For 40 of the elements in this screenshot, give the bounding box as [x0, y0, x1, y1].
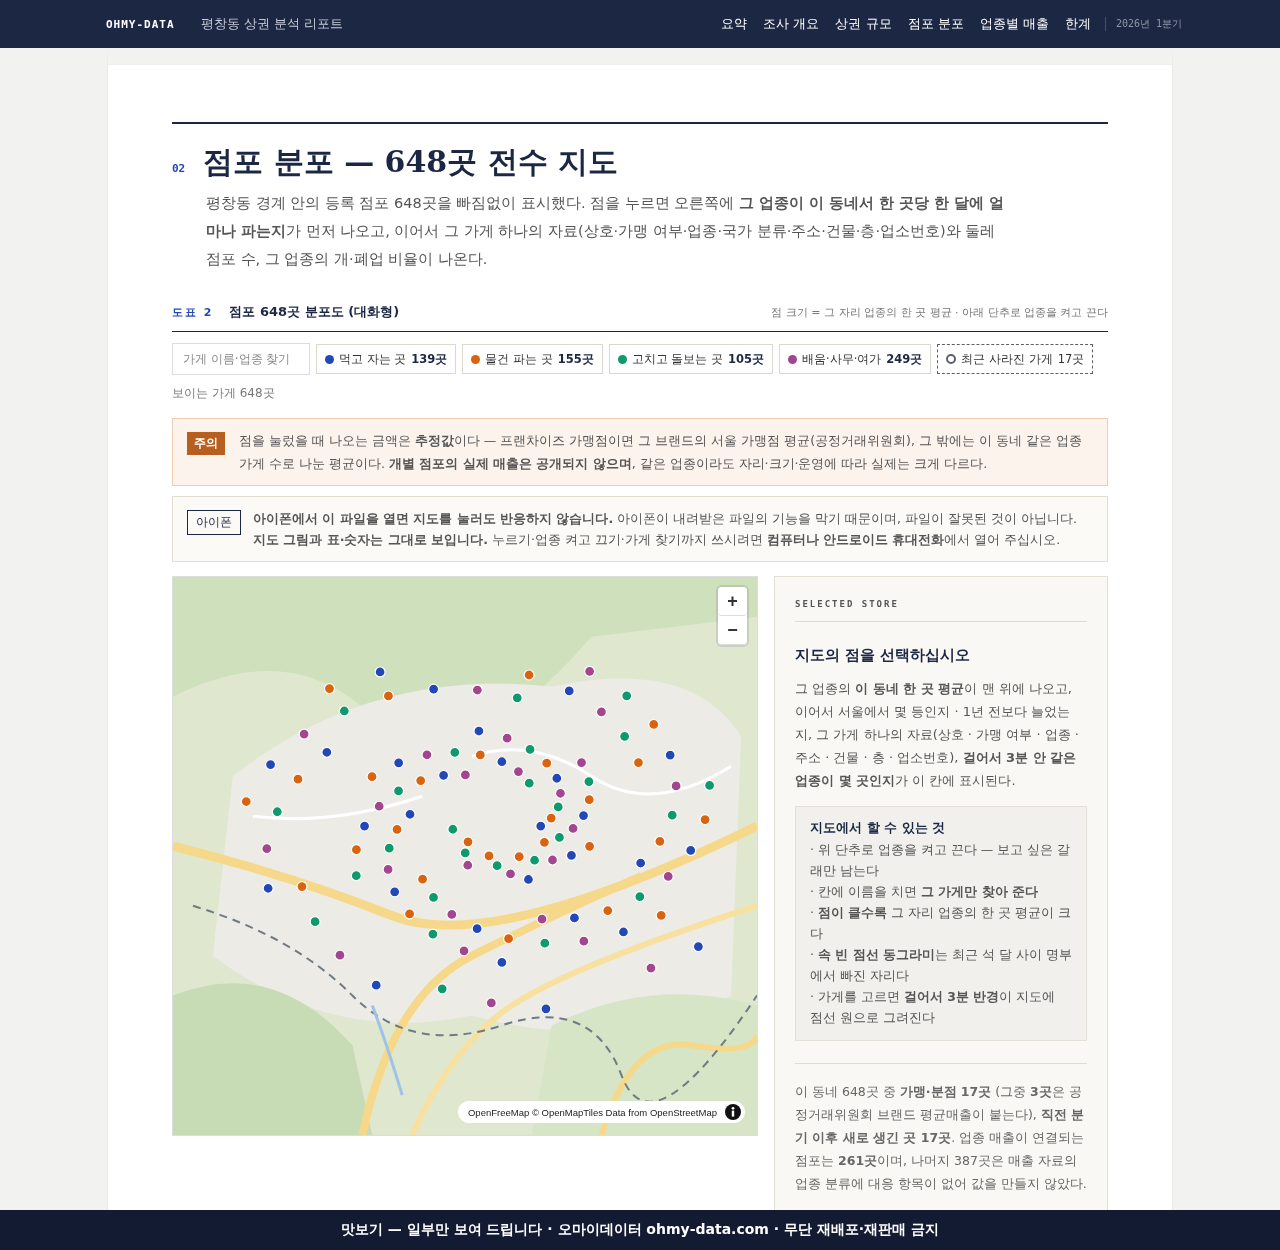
section-title: 점포 분포 — 648곳 전수 지도: [203, 143, 619, 181]
category-filter-button[interactable]: 물건 파는 곳 155곳: [462, 344, 603, 374]
brand-logo[interactable]: OHMY-DATA: [106, 17, 175, 31]
nav-link[interactable]: 조사 개요: [763, 15, 820, 33]
panel-eyebrow: SELECTED STORE: [795, 599, 1087, 622]
nav-link[interactable]: 점포 분포: [907, 15, 964, 33]
tips-title: 지도에서 할 수 있는 것: [810, 819, 947, 837]
footer-banner: 맛보기 — 일부만 보여 드립니다 · 오마이데이터 ohmy-data.com · 무단 재배포·재판매 금지: [0, 1210, 1280, 1250]
tip-item: · 가게를 고르면 걸어서 3분 반경이 지도에 점선 원으로 그려진다: [810, 988, 1057, 1027]
tip-item: · 점이 클수록 그 자리 업종의 한 곳 평균이 크다: [810, 904, 1072, 943]
nav-link[interactable]: 요약: [721, 15, 748, 33]
tip-item: · 위 단추로 업종을 켜고 끈다 — 보고 싶은 갈래만 남는다: [810, 841, 1072, 880]
category-filter-button[interactable]: 먹고 자는 곳 139곳: [316, 344, 457, 374]
panel-description: 그 업종의 이 동네 한 곳 평균이 맨 위에 나오고, 이어서 서울에서 몇 등인지 · 1년 전보다 늘었는지, 그 가게 하나의 자료(상호 · 가맹 여부 · 업종 · 주소 · 건물 · 층 · 업소번호), 걸어서 3분 안 같은 업종이 몇 곳인지가 이 칸에 표시된다.: [795, 680, 1080, 790]
info-icon[interactable]: [725, 1104, 741, 1120]
report-title: 평창동 상권 분석 리포트: [200, 15, 343, 33]
tip-item: · 칸에 이름을 치면 그 가게만 찾아 준다: [810, 883, 1039, 901]
search-field[interactable]: 가게 이름·업종 찾기: [172, 343, 310, 375]
summary-text: 이 동네 648곳 중 가맹·분점 17곳 (그중 3곳은 공정거래위원회 브랜드 평균매출이 붙는다), 직전 분기 이후 새로 생긴 곳 17곳. 업종 매출이 연결되는 점포는 261곳이며, 나머지 387곳은 매출 자료의 업종 분류에 대응 항목이 없어 값을 만들지 않았다.: [795, 1063, 1087, 1195]
figure-note: 점 크기 = 그 자리 업종의 한 곳 평균 · 아래 단추로 업종을 켜고 끈다: [771, 305, 1108, 320]
notice-text: 아이폰에서 이 파일을 열면 지도를 눌러도 반응하지 않습니다. 아이폰이 내려받은 파일의 기능을 막기 때문이며, 파일이 잘못된 것이 아닙니다. 지도 그림과 표·숫자는 그대로 보입니다. 누르기·업종 켜고 끄기·가게 찾기까지 쓰시려면 컴퓨터나 안드로이드 휴대전화에서 열어 주십시오.: [253, 510, 1078, 549]
zoom-in-button[interactable]: +: [718, 587, 747, 616]
report-period: 2026년 1분기: [1104, 17, 1182, 31]
nav-link[interactable]: 상권 규모: [835, 15, 892, 33]
map-attribution: OpenFreeMap © OpenMapTiles Data from OpenStreetMap: [468, 1106, 717, 1118]
category-filter-button[interactable]: 배움·사무·여가 249곳: [779, 344, 932, 374]
caution-text: 점을 눌렀을 때 나오는 금액은 추정값이다 — 프랜차이즈 가맹점이면 그 브랜드의 서울 가맹점 평균(공정거래위원회), 그 밖에는 이 동네 같은 업종 가게 수로 나눈 평균이다. 개별 점포의 실제 매출은 공개되지 않으며, 같은 업종이라도 자리·크기·운영에 따라 실제는 크게 다르다.: [239, 432, 1083, 473]
section-number: 02: [172, 162, 186, 175]
nav-link[interactable]: 업종별 매출: [979, 15, 1049, 33]
panel-title: 지도의 점을 선택하십시오: [795, 646, 972, 665]
intro-paragraph: 평창동 경계 안의 등록 점포 648곳을 빠짐없이 표시했다. 점을 누르면 오른쪽에 그 업종이 이 동네서 한 곳당 한 달에 얼마나 파는지가 먼저 나오고, 이어서 그 가게 하나의 자료(상호·가맹 여부·업종·국가 분류·주소·건물·층·업소번호)와 둘레 점포 수, 그 업종의 개·폐업 비율이 나온다.: [206, 194, 1006, 269]
nav-link[interactable]: 한계: [1064, 15, 1091, 33]
caution-tag: 주의: [187, 432, 225, 455]
visible-count: 보이는 가게 648곳: [172, 385, 276, 402]
figure-title: 점포 648곳 분포도 (대화형): [229, 303, 400, 321]
notice-tag: 아이폰: [187, 510, 241, 535]
figure-label: 도표 2: [172, 305, 214, 320]
category-filter-button[interactable]: 고치고 돌보는 곳 105곳: [608, 344, 773, 374]
category-filter-button[interactable]: 최근 사라진 가게 17곳: [937, 344, 1094, 374]
tip-item: · 속 빈 점선 동그라미는 최근 석 달 사이 명부에서 빠진 자리다: [810, 946, 1072, 985]
